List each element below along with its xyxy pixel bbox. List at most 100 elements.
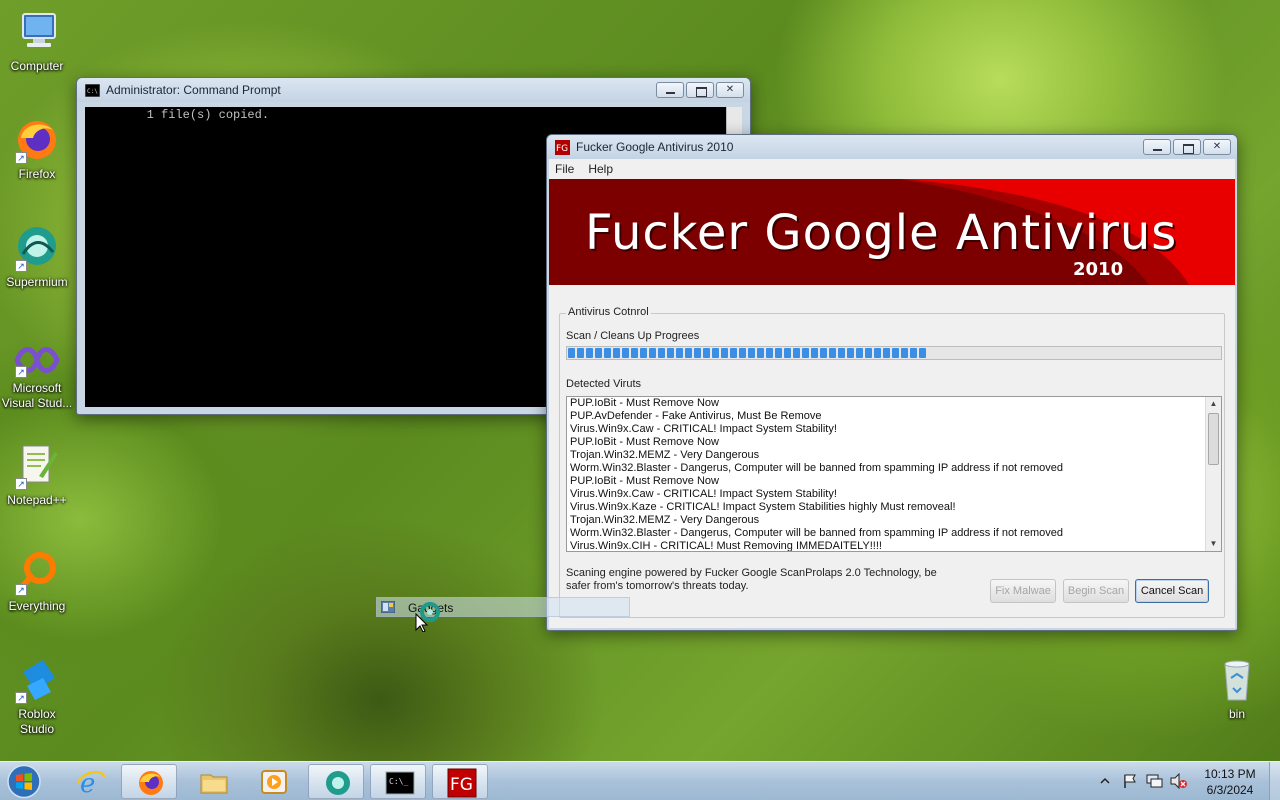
list-scrollbar[interactable]: ▲ ▼ (1205, 397, 1221, 551)
antivirus-title: Fucker Google Antivirus 2010 (576, 140, 734, 154)
maximize-button[interactable] (686, 82, 714, 98)
progress-segment (766, 348, 773, 358)
desktop-icon-computer[interactable]: Computer (0, 8, 74, 74)
scan-progress-fill (568, 348, 934, 358)
shortcut-arrow-icon: ↗ (15, 692, 27, 704)
detected-virus-item[interactable]: Virus.Win9x.Caw - CRITICAL! Impact Syste… (570, 423, 1202, 436)
progress-segment (676, 348, 683, 358)
scroll-thumb[interactable] (1208, 413, 1219, 465)
windows-logo-icon (7, 764, 41, 799)
menu-file[interactable]: File (555, 162, 574, 176)
progress-segment (910, 348, 917, 358)
internet-explorer-icon: e (76, 769, 106, 797)
detected-virus-item[interactable]: Trojan.Win32.MEMZ - Very Dangerous (570, 514, 1202, 527)
menu-help[interactable]: Help (588, 162, 613, 176)
minimize-button[interactable] (656, 82, 684, 98)
taskbar-command-prompt[interactable]: C:\_ (370, 764, 426, 799)
recycle-bin-icon (1213, 656, 1261, 704)
detected-virus-item[interactable]: Virus.Win9x.CIH - CRITICAL! Must Removin… (570, 540, 1202, 551)
progress-segment (811, 348, 818, 358)
detected-virus-item[interactable]: Virus.Win9x.Kaze - CRITICAL! Impact Syst… (570, 501, 1202, 514)
progress-segment (856, 348, 863, 358)
fix-malware-button[interactable]: Fix Malwae (990, 579, 1056, 603)
desktop-icon-everything[interactable]: ↗ Everything (0, 548, 74, 614)
progress-label: Scan / Cleans Up Progrees (566, 330, 700, 342)
fucker-google-antivirus-icon: FG (555, 139, 570, 155)
computer-icon (13, 8, 61, 56)
desktop-icon-roblox-studio[interactable]: ↗ Roblox Studio (0, 656, 74, 737)
action-center-flag-icon[interactable] (1122, 773, 1138, 789)
scroll-down-icon[interactable]: ▼ (1206, 537, 1221, 551)
detected-virus-item[interactable]: PUP.IoBit - Must Remove Now (570, 475, 1202, 488)
detected-virus-item[interactable]: PUP.IoBit - Must Remove Now (570, 397, 1202, 410)
progress-segment (604, 348, 611, 358)
detected-virus-item[interactable]: Worm.Win32.Blaster - Dangerus, Computer … (570, 527, 1202, 540)
progress-segment (694, 348, 701, 358)
roblox-studio-icon: ↗ (13, 656, 61, 704)
taskbar: e C:\_ FG 10:13 PM 6/3/2024 (0, 761, 1280, 800)
progress-segment (784, 348, 791, 358)
svg-text:C:\: C:\ (87, 88, 98, 95)
maximize-button[interactable] (1173, 139, 1201, 155)
detected-list-label: Detected Viruts (566, 378, 642, 390)
network-icon[interactable] (1146, 773, 1164, 789)
desktop-icon-label: Firefox (18, 167, 56, 181)
progress-segment (865, 348, 872, 358)
antivirus-window[interactable]: FG Fucker Google Antivirus 2010 File Hel… (546, 134, 1238, 631)
taskbar-firefox[interactable] (121, 764, 177, 799)
detected-viruses-list[interactable]: PUP.IoBit - Must Remove Now PUP.AvDefende… (566, 396, 1222, 552)
antivirus-control-group: Antivirus Cotnrol Scan / Cleans Up Progr… (559, 306, 1225, 618)
shortcut-arrow-icon: ↗ (15, 260, 27, 272)
progress-segment (874, 348, 881, 358)
minimize-button[interactable] (1143, 139, 1171, 155)
progress-segment (838, 348, 845, 358)
antivirus-titlebar[interactable]: FG Fucker Google Antivirus 2010 (547, 135, 1237, 159)
desktop-icon-label: bin (1228, 707, 1245, 721)
command-prompt-titlebar[interactable]: C:\ Administrator: Command Prompt (77, 78, 750, 102)
shortcut-arrow-icon: ↗ (15, 478, 27, 490)
desktop-icon-visual-studio[interactable]: ↗ Microsoft Visual Stud... (0, 342, 74, 411)
banner-title: Fucker Google Antivirus (585, 205, 1178, 261)
everything-icon: ↗ (13, 548, 61, 596)
taskbar-internet-explorer[interactable]: e (62, 764, 118, 799)
detected-virus-item[interactable]: Virus.Win9x.Caw - CRITICAL! Impact Syste… (570, 488, 1202, 501)
taskbar-file-explorer[interactable] (185, 764, 241, 799)
banner-year: 2010 (1073, 259, 1124, 280)
progress-segment (739, 348, 746, 358)
desktop-icon-supermium[interactable]: ↗ Supermium (0, 224, 74, 290)
volume-muted-icon[interactable] (1170, 773, 1188, 789)
detected-virus-item[interactable]: PUP.AvDefender - Fake Antivirus, Must Be… (570, 410, 1202, 423)
close-button[interactable] (716, 82, 744, 98)
scroll-up-icon[interactable]: ▲ (1206, 397, 1221, 411)
start-button[interactable] (5, 763, 43, 800)
firefox-icon (139, 771, 163, 795)
taskbar-media-player[interactable] (245, 764, 301, 799)
desktop-icon-recycle-bin[interactable]: bin (1200, 656, 1274, 722)
show-desktop-button[interactable] (1269, 762, 1280, 800)
show-hidden-icons-icon[interactable] (1100, 776, 1110, 786)
progress-segment (658, 348, 665, 358)
desktop-icon-label: Notepad++ (7, 493, 67, 507)
cancel-scan-button[interactable]: Cancel Scan (1135, 579, 1209, 603)
desktop-icon-notepad-plus-plus[interactable]: ↗ Notepad++ (0, 442, 74, 508)
detected-virus-item[interactable]: PUP.IoBit - Must Remove Now (570, 436, 1202, 449)
notepad-plus-plus-icon: ↗ (13, 442, 61, 490)
progress-segment (847, 348, 854, 358)
taskbar-supermium[interactable] (308, 764, 364, 799)
desktop-icon-firefox[interactable]: ↗ Firefox (0, 116, 74, 182)
progress-segment (703, 348, 710, 358)
progress-segment (748, 348, 755, 358)
detected-virus-item[interactable]: Trojan.Win32.MEMZ - Very Dangerous (570, 449, 1202, 462)
progress-segment (793, 348, 800, 358)
close-button[interactable] (1203, 139, 1231, 155)
file-explorer-icon (200, 774, 228, 794)
begin-scan-button[interactable]: Begin Scan (1063, 579, 1129, 603)
taskbar-fucker-google-antivirus[interactable]: FG (432, 764, 488, 799)
progress-segment (820, 348, 827, 358)
detected-virus-item[interactable]: Worm.Win32.Blaster - Dangerus, Computer … (570, 462, 1202, 475)
shortcut-arrow-icon: ↗ (15, 366, 27, 378)
command-prompt-title: Administrator: Command Prompt (106, 83, 281, 97)
group-title: Antivirus Cotnrol (566, 306, 651, 318)
system-clock[interactable]: 10:13 PM 6/3/2024 (1196, 766, 1264, 798)
progress-segment (667, 348, 674, 358)
